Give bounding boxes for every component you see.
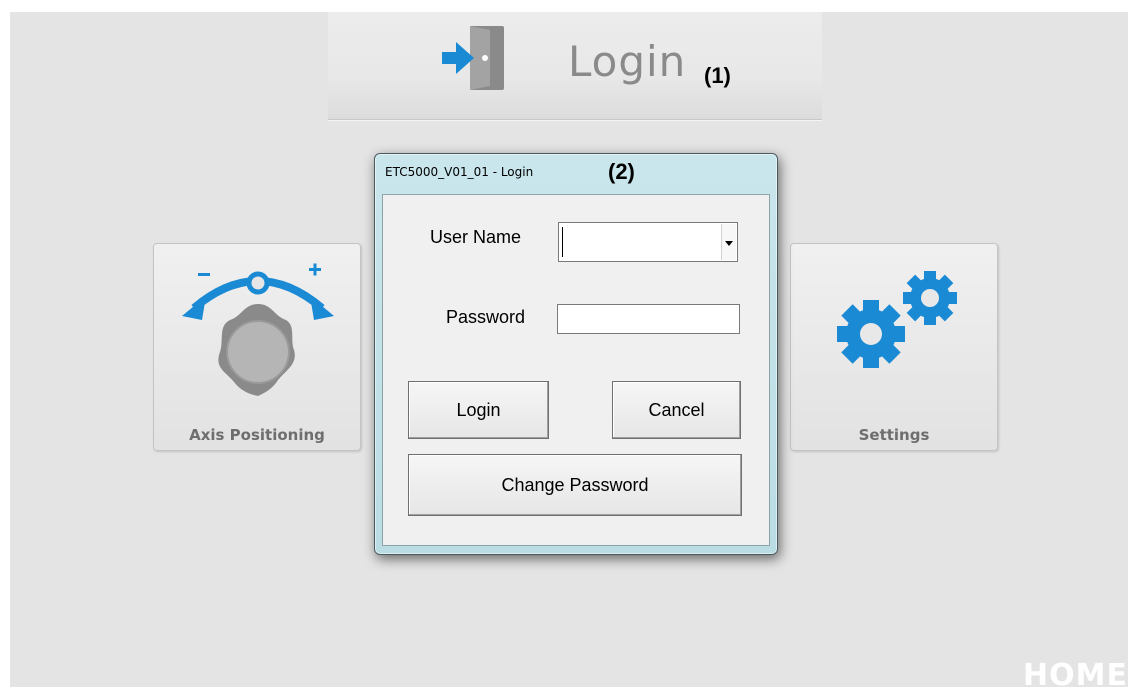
annotation-2: (2)	[608, 159, 635, 184]
chevron-down-icon	[725, 241, 733, 246]
text-caret	[562, 227, 563, 257]
axis-positioning-label: Axis Positioning	[189, 426, 325, 444]
dropdown-button[interactable]	[721, 224, 736, 260]
annotation-1: (1)	[704, 63, 731, 88]
settings-tile[interactable]: Settings	[790, 243, 998, 451]
user-name-combobox[interactable]	[558, 222, 738, 262]
home-screen: Login (1) Axis Positioning Settings HOME…	[10, 12, 1128, 693]
password-field[interactable]	[557, 304, 740, 334]
gears-icon	[837, 271, 957, 368]
dialog-title: ETC5000_V01_01 - Login	[385, 165, 534, 179]
dialog-body: User Name Password Login Cancel Change P…	[382, 194, 770, 546]
login-dialog: ETC5000_V01_01 - Login (2) User Name Pas…	[374, 153, 778, 555]
login-tile[interactable]: Login (1)	[328, 12, 822, 120]
settings-label: Settings	[858, 426, 930, 444]
axis-positioning-tile[interactable]: Axis Positioning	[153, 243, 361, 451]
password-label: Password	[446, 307, 526, 327]
cancel-button[interactable]: Cancel	[612, 381, 741, 439]
login-button[interactable]: Login	[408, 381, 549, 439]
change-password-button[interactable]: Change Password	[408, 454, 742, 516]
login-tile-label: Login	[568, 37, 687, 86]
user-name-label: User Name	[430, 227, 522, 247]
door-enter-icon	[442, 26, 504, 90]
rotary-knob-icon	[182, 263, 334, 396]
home-label: HOME	[1023, 658, 1128, 693]
